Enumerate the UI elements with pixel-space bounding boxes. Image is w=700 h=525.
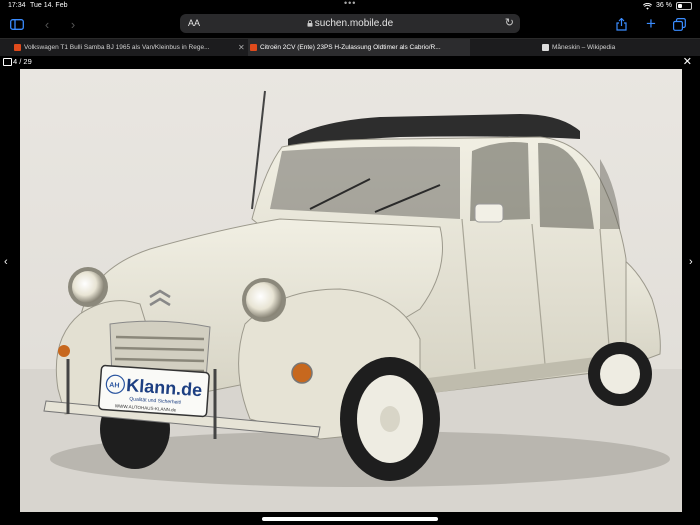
url-text: suchen.mobile.de — [180, 18, 520, 29]
tab-label: Måneskin – Wikipedia — [552, 44, 616, 51]
gallery-header: 4 / 29 ✕ — [0, 55, 700, 69]
url: suchen.mobile.de — [314, 18, 394, 29]
status-bar: 17:34 Tue 14. Feb ••• 36 % — [0, 0, 700, 12]
mobile-de-favicon-icon — [14, 43, 21, 51]
clock: 17:34 — [8, 2, 26, 9]
wifi-icon — [643, 2, 653, 10]
new-tab-icon[interactable]: + — [642, 14, 660, 33]
battery-icon — [676, 2, 692, 10]
date: Tue 14. Feb — [30, 2, 68, 9]
tab-vw-bulli[interactable]: Volkswagen T1 Bulli Samba BJ 1965 als Va… — [14, 39, 236, 56]
car-photo[interactable]: AH Klann.de Qualität und Sicherheit! WWW… — [20, 69, 682, 512]
tab-bar: Volkswagen T1 Bulli Samba BJ 1965 als Va… — [0, 38, 700, 56]
sidebar-icon[interactable] — [8, 15, 26, 33]
plate-prefix: AH — [109, 382, 120, 390]
previous-image-icon[interactable]: ‹ — [4, 256, 8, 268]
back-icon[interactable]: ‹ — [38, 15, 56, 33]
multitasking-dots[interactable]: ••• — [344, 0, 356, 9]
close-tab-icon[interactable]: ✕ — [238, 39, 245, 56]
next-image-icon[interactable]: › — [689, 256, 693, 268]
address-bar[interactable]: AA suchen.mobile.de ↻ — [180, 14, 520, 33]
battery-percent: 36 % — [656, 2, 672, 9]
mobile-de-favicon-icon — [250, 43, 257, 51]
tab-maneskin[interactable]: Måneskin – Wikipedia — [542, 39, 692, 56]
reload-icon[interactable]: ↻ — [505, 16, 514, 29]
wikipedia-favicon-icon — [542, 43, 549, 51]
tab-citroen-2cv[interactable]: Citroën 2CV (Ente) 23PS H-Zulassung Oldt… — [248, 39, 470, 56]
lock-icon — [307, 20, 313, 27]
forward-icon[interactable]: › — [64, 15, 82, 33]
tab-label: Volkswagen T1 Bulli Samba BJ 1965 als Va… — [24, 44, 210, 51]
image-counter: 4 / 29 — [13, 57, 32, 66]
gallery-icon[interactable] — [3, 58, 12, 66]
tabs-overview-icon[interactable] — [670, 15, 688, 33]
citroen-2cv-image: AH Klann.de Qualität und Sicherheit! WWW… — [20, 69, 682, 512]
share-icon[interactable] — [612, 15, 630, 33]
tab-label: Citroën 2CV (Ente) 23PS H-Zulassung Oldt… — [260, 44, 441, 51]
home-indicator[interactable] — [262, 517, 438, 521]
close-icon[interactable]: ✕ — [683, 55, 692, 68]
